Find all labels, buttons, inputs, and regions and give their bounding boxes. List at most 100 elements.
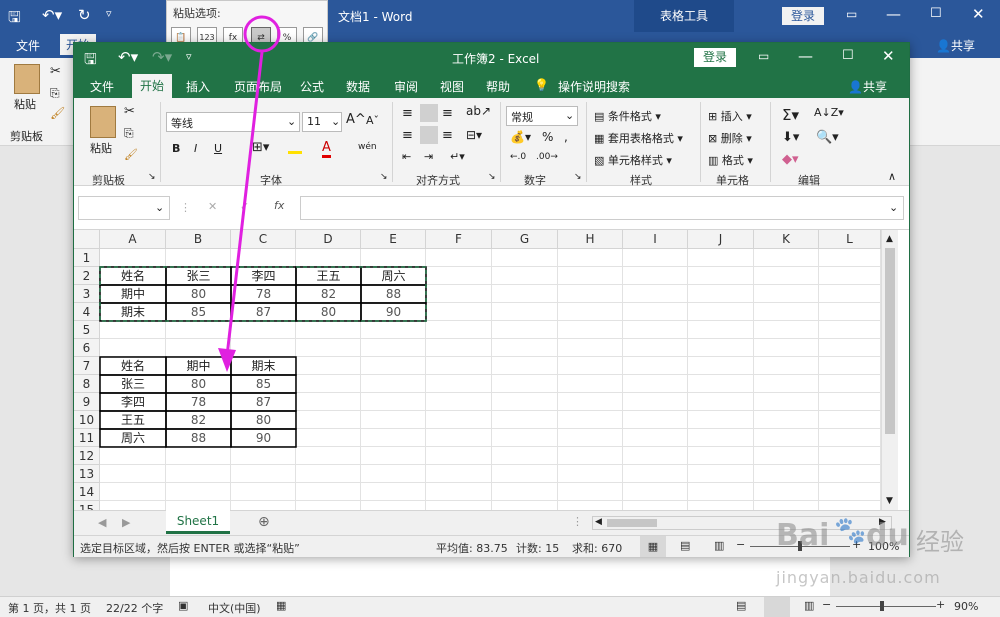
proofing-icon[interactable]: ▣ bbox=[178, 599, 188, 612]
page-layout-view-icon[interactable]: ▤ bbox=[680, 539, 690, 552]
confirm-entry-icon[interactable]: ✓ bbox=[240, 200, 249, 213]
cancel-entry-icon[interactable]: ✕ bbox=[208, 200, 217, 213]
word-paste-icon[interactable] bbox=[14, 64, 40, 94]
number-format-select[interactable]: 常规 ⌄ bbox=[506, 106, 578, 126]
zoom-in-icon[interactable]: + bbox=[936, 598, 945, 611]
excel-zoom-out-icon[interactable]: − bbox=[736, 538, 745, 551]
word-format-painter-icon[interactable]: 🖌 bbox=[50, 106, 65, 120]
excel-share-button[interactable]: 👤共享 bbox=[848, 78, 887, 95]
orientation-icon[interactable]: ab↗ bbox=[466, 104, 491, 118]
comma-style-icon[interactable]: , bbox=[564, 130, 568, 144]
find-select-icon[interactable]: 🔍▾ bbox=[816, 130, 839, 145]
vertical-scroll-thumb[interactable] bbox=[885, 248, 895, 434]
font-launcher-icon[interactable]: ↘ bbox=[380, 172, 388, 182]
print-layout-icon[interactable] bbox=[764, 597, 790, 617]
save-icon[interactable]: 🖫 bbox=[8, 7, 21, 32]
excel-undo-icon[interactable]: ↶▾ bbox=[118, 48, 138, 66]
excel-tab-file[interactable]: 文件 bbox=[90, 78, 114, 95]
font-color-button[interactable]: A bbox=[322, 140, 331, 158]
normal-view-icon[interactable]: ▦ bbox=[640, 536, 666, 557]
zoom-slider[interactable] bbox=[836, 606, 936, 607]
horizontal-scrollbar[interactable]: ◀ ▶ bbox=[592, 516, 892, 530]
sort-filter-icon[interactable]: A↓Z▾ bbox=[814, 106, 844, 119]
clipboard-launcher-icon[interactable]: ↘ bbox=[148, 172, 156, 182]
number-launcher-icon[interactable]: ↘ bbox=[574, 172, 582, 182]
borders-icon[interactable]: ⊞▾ bbox=[252, 140, 269, 155]
italic-button[interactable]: I bbox=[194, 142, 197, 155]
excel-tab-formulas[interactable]: 公式 bbox=[300, 78, 324, 95]
web-layout-icon[interactable]: ▥ bbox=[804, 599, 814, 612]
word-tab-file[interactable]: 文件 bbox=[16, 37, 40, 54]
word-close-icon[interactable]: ✕ bbox=[972, 5, 985, 23]
increase-indent-icon[interactable]: ⇥ bbox=[424, 150, 433, 163]
excel-qat-customize-icon[interactable]: ▿ bbox=[186, 50, 192, 63]
word-minimize-icon[interactable]: — bbox=[886, 5, 901, 23]
next-sheet-icon[interactable]: ▶ bbox=[122, 516, 130, 529]
excel-save-icon[interactable]: 🖫 bbox=[84, 49, 97, 74]
align-left-icon[interactable]: ≡ bbox=[402, 128, 413, 143]
excel-zoom-level[interactable]: 100% bbox=[868, 540, 899, 553]
collapse-ribbon-icon[interactable]: ∧ bbox=[888, 170, 896, 183]
prev-sheet-icon[interactable]: ◀ bbox=[98, 516, 106, 529]
excel-paste-icon[interactable] bbox=[90, 106, 116, 138]
scroll-up-icon[interactable]: ▲ bbox=[886, 234, 893, 244]
word-login-button[interactable]: 登录 bbox=[782, 7, 824, 25]
tab-split-grip-icon[interactable]: ⋮ bbox=[572, 515, 583, 528]
format-as-table-button[interactable]: ▦ 套用表格格式 ▾ bbox=[594, 130, 683, 146]
shrink-font-icon[interactable]: Aˇ bbox=[366, 114, 379, 127]
align-top-icon[interactable]: ≡ bbox=[402, 106, 413, 121]
excel-format-painter-icon[interactable]: 🖌 bbox=[124, 148, 138, 161]
fill-color-icon[interactable] bbox=[288, 142, 302, 154]
bold-button[interactable]: B bbox=[172, 142, 180, 155]
font-size-select[interactable]: 11 ⌄ bbox=[302, 112, 342, 132]
excel-minimize-icon[interactable]: — bbox=[798, 47, 813, 65]
insert-function-button[interactable]: fx bbox=[274, 199, 284, 212]
undo-icon[interactable]: ↶▾ bbox=[42, 6, 62, 24]
conditional-formatting-button[interactable]: ▤ 条件格式 ▾ bbox=[594, 108, 661, 124]
scroll-left-icon[interactable]: ◀ bbox=[595, 517, 602, 527]
vertical-scrollbar[interactable]: ▲ ▼ bbox=[881, 230, 898, 510]
insert-cells-button[interactable]: ⊞ 插入 ▾ bbox=[708, 108, 752, 124]
format-cells-button[interactable]: ▥ 格式 ▾ bbox=[708, 152, 753, 168]
excel-copy-icon[interactable]: ⎘ bbox=[124, 126, 134, 141]
excel-zoom-in-icon[interactable]: + bbox=[852, 538, 861, 551]
excel-close-icon[interactable]: ✕ bbox=[882, 47, 895, 65]
delete-cells-button[interactable]: ⊠ 删除 ▾ bbox=[708, 130, 752, 146]
horizontal-scroll-thumb[interactable] bbox=[607, 519, 657, 527]
underline-button[interactable]: U bbox=[214, 142, 222, 155]
font-name-select[interactable]: 等线 ⌄ bbox=[166, 112, 300, 132]
alignment-launcher-icon[interactable]: ↘ bbox=[488, 172, 496, 182]
wrap-text-icon[interactable]: ↵▾ bbox=[450, 150, 465, 163]
excel-maximize-icon[interactable]: ☐ bbox=[842, 48, 854, 63]
page-break-view-icon[interactable]: ▥ bbox=[714, 539, 724, 552]
excel-zoom-slider-thumb[interactable] bbox=[798, 541, 802, 551]
name-box[interactable]: ⌄ bbox=[78, 196, 170, 220]
phonetic-guide-icon[interactable]: wén bbox=[358, 142, 377, 152]
excel-cut-icon[interactable]: ✂ bbox=[124, 104, 135, 119]
accounting-format-icon[interactable]: 💰▾ bbox=[510, 130, 531, 144]
redo-icon[interactable]: ↻ bbox=[78, 6, 91, 24]
percent-style-icon[interactable]: % bbox=[542, 130, 553, 144]
macro-icon[interactable]: ▦ bbox=[276, 599, 286, 612]
excel-tab-view[interactable]: 视图 bbox=[440, 78, 464, 95]
align-bottom-icon[interactable]: ≡ bbox=[442, 106, 453, 121]
add-sheet-icon[interactable]: ⊕ bbox=[258, 514, 270, 530]
excel-tab-home[interactable]: 开始 bbox=[132, 74, 173, 98]
sheet-tab-sheet1[interactable]: Sheet1 bbox=[166, 510, 230, 534]
tell-me-search[interactable]: 操作说明搜索 bbox=[558, 78, 630, 95]
align-right-icon[interactable]: ≡ bbox=[442, 128, 453, 143]
worksheet-grid[interactable]: ABCDEFGHIJKL 1 2 3 4 5 6 7 8 9 10 11 12 13 14 15 姓名 张三李… bbox=[74, 230, 909, 510]
scroll-right-icon[interactable]: ▶ bbox=[879, 517, 886, 527]
grow-font-icon[interactable]: A^ bbox=[346, 112, 366, 127]
decrease-decimal-icon[interactable]: .00→ bbox=[536, 152, 558, 162]
formula-input[interactable]: ⌄ bbox=[300, 196, 904, 220]
word-language[interactable]: 中文(中国) bbox=[208, 600, 261, 616]
excel-ribbon-display-icon[interactable]: ▭ bbox=[758, 49, 769, 63]
merge-center-icon[interactable]: ⊟▾ bbox=[466, 128, 482, 142]
excel-tab-review[interactable]: 审阅 bbox=[394, 78, 418, 95]
word-zoom-level[interactable]: 90% bbox=[954, 600, 978, 613]
fill-icon[interactable]: ⬇▾ bbox=[782, 130, 799, 145]
increase-decimal-icon[interactable]: ←.0 bbox=[510, 152, 526, 162]
clear-icon[interactable]: ◆▾ bbox=[782, 152, 799, 167]
excel-tab-data[interactable]: 数据 bbox=[346, 78, 370, 95]
